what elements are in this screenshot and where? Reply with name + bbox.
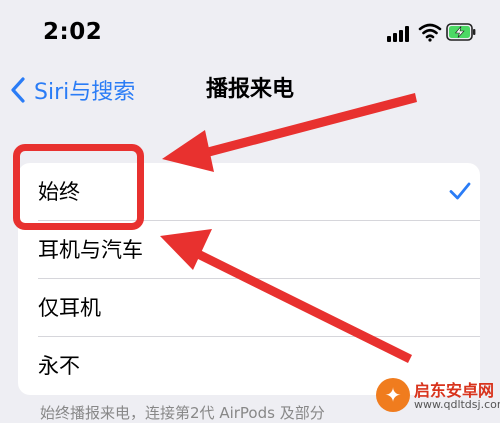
option-label: 仅耳机 [38, 296, 101, 320]
option-label: 永不 [38, 354, 80, 378]
highlight-box [13, 144, 144, 230]
battery-charging-icon [446, 23, 476, 41]
back-button-label: Siri与搜索 [34, 80, 136, 105]
chevron-left-icon [11, 77, 25, 103]
navigation-bar: 播报来电 Siri与搜索 [0, 68, 500, 112]
status-bar: 2:02 [0, 0, 500, 60]
watermark-logo: ✦ 启东安卓网 www.qdltdsj.com [374, 374, 500, 418]
status-time: 2:02 [43, 19, 103, 45]
option-row-headphones-only[interactable]: 仅耳机 [18, 279, 480, 337]
watermark-badge-icon: ✦ [376, 378, 410, 412]
wifi-icon [418, 23, 442, 42]
cellular-signal-icon [387, 26, 413, 42]
watermark-url: www.qdltdsj.com [414, 398, 500, 411]
checkmark-icon [449, 182, 471, 200]
back-button[interactable]: Siri与搜索 [8, 68, 135, 112]
